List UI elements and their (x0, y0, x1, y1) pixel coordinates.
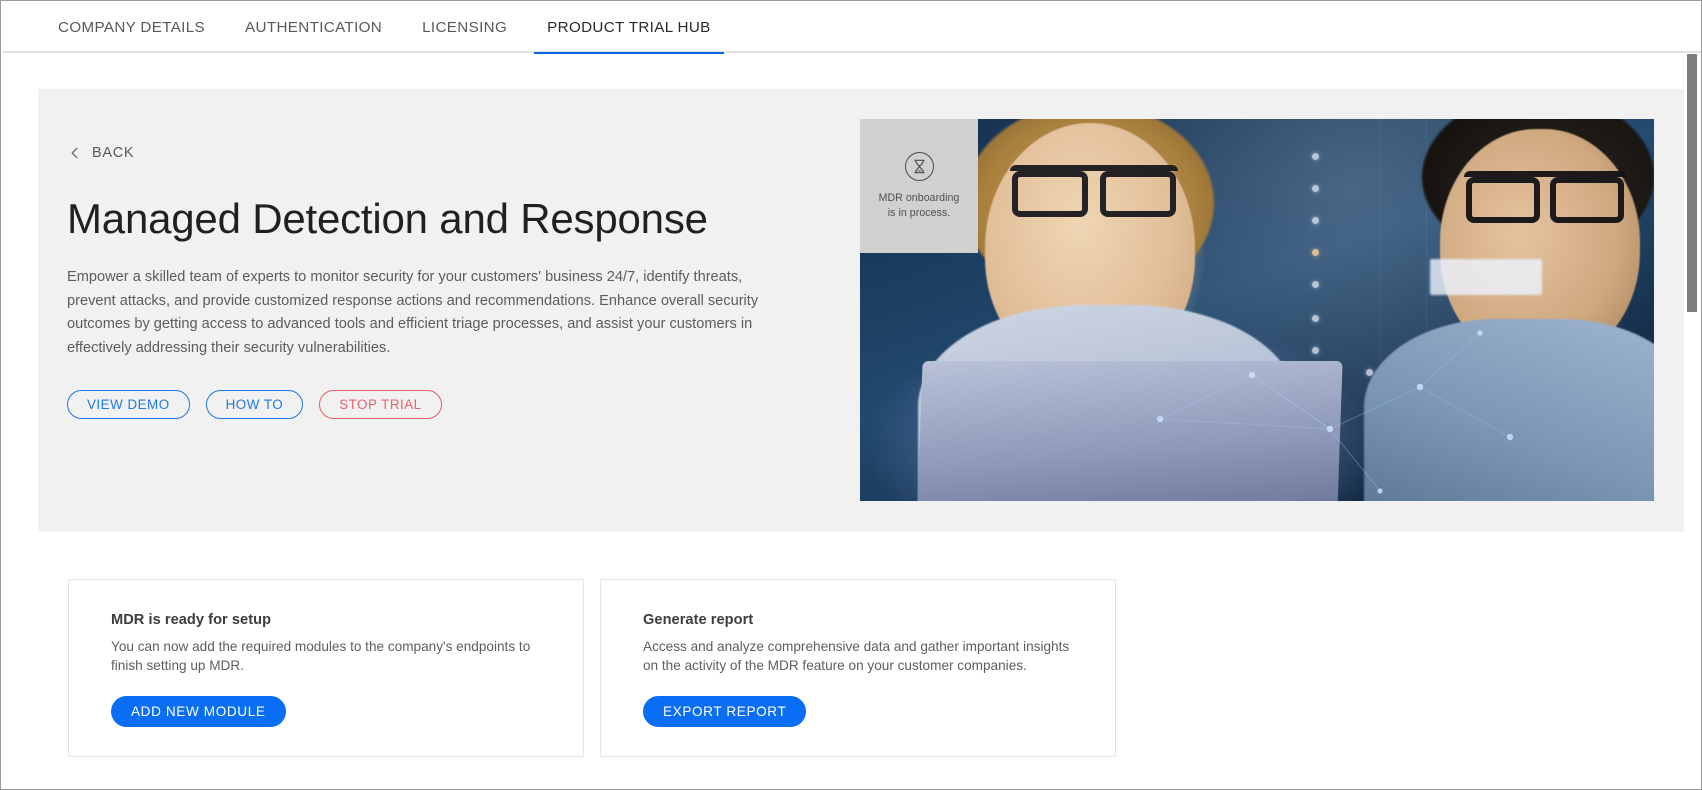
tab-product-trial-hub[interactable]: PRODUCT TRIAL HUB (527, 2, 730, 53)
card-mdr-setup: MDR is ready for setup You can now add t… (68, 579, 584, 757)
status-badge: MDR onboarding is in process. (860, 119, 978, 253)
hero-photo (860, 119, 1654, 501)
hero-text-column: BACK Managed Detection and Response Empo… (67, 141, 857, 419)
card-title: Generate report (643, 612, 1073, 628)
tab-label: COMPANY DETAILS (58, 19, 205, 36)
export-report-button[interactable]: EXPORT REPORT (643, 696, 806, 727)
chevron-left-icon (69, 147, 81, 159)
tab-company-details[interactable]: COMPANY DETAILS (38, 2, 225, 53)
main-content: BACK Managed Detection and Response Empo… (2, 54, 1686, 790)
status-line-1: MDR onboarding (879, 191, 960, 206)
hero-panel: BACK Managed Detection and Response Empo… (38, 89, 1684, 532)
card-description: You can now add the required modules to … (111, 637, 541, 675)
tab-licensing[interactable]: LICENSING (402, 2, 527, 53)
back-button-label: BACK (92, 145, 134, 161)
add-new-module-button[interactable]: ADD NEW MODULE (111, 696, 286, 727)
tab-bar: COMPANY DETAILS AUTHENTICATION LICENSING… (2, 2, 1701, 53)
tab-authentication[interactable]: AUTHENTICATION (225, 2, 402, 53)
hourglass-icon (905, 152, 934, 181)
view-demo-button[interactable]: VIEW DEMO (67, 390, 190, 419)
card-description: Access and analyze comprehensive data an… (643, 637, 1073, 675)
stop-trial-button[interactable]: STOP TRIAL (319, 390, 441, 419)
card-generate-report: Generate report Access and analyze compr… (600, 579, 1116, 757)
tab-label: LICENSING (422, 19, 507, 36)
card-row: MDR is ready for setup You can now add t… (68, 579, 1116, 757)
tab-label: AUTHENTICATION (245, 19, 382, 36)
tab-list: COMPANY DETAILS AUTHENTICATION LICENSING… (38, 2, 731, 53)
hero-action-buttons: VIEW DEMO HOW TO STOP TRIAL (67, 390, 857, 419)
network-overlay-graphic (860, 119, 1654, 501)
status-badge-text: MDR onboarding is in process. (879, 191, 960, 220)
page-title: Managed Detection and Response (67, 195, 857, 242)
back-button[interactable]: BACK (67, 141, 136, 165)
card-title: MDR is ready for setup (111, 612, 541, 628)
application-window: COMPANY DETAILS AUTHENTICATION LICENSING… (0, 0, 1702, 790)
hero-description: Empower a skilled team of experts to mon… (67, 266, 779, 361)
status-line-2: is in process. (879, 206, 960, 221)
vertical-scrollbar-thumb[interactable] (1687, 54, 1697, 312)
tab-label: PRODUCT TRIAL HUB (547, 19, 710, 36)
hero-image (860, 119, 1654, 501)
vertical-scrollbar-track[interactable] (1684, 54, 1700, 790)
how-to-button[interactable]: HOW TO (206, 390, 304, 419)
